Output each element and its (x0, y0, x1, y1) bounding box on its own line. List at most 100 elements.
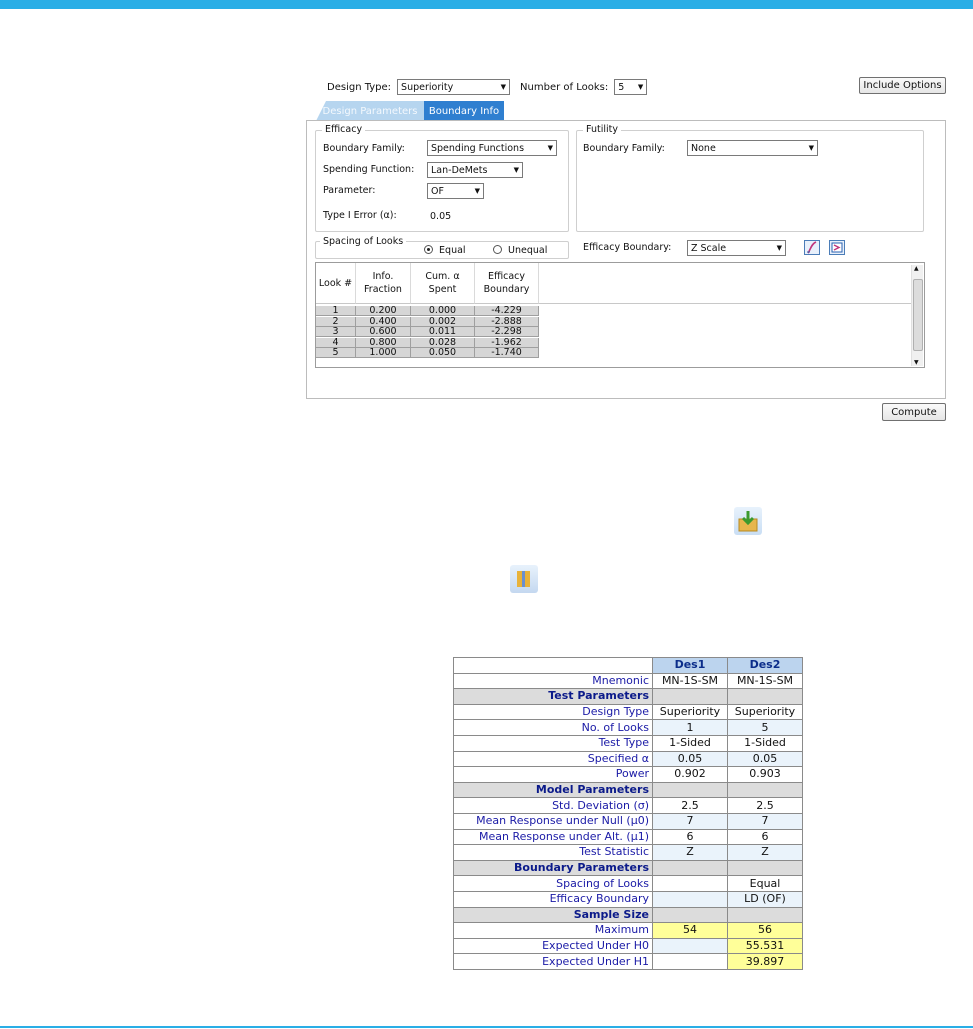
des1-value (652, 953, 728, 970)
chevron-down-icon: ▼ (547, 144, 553, 152)
section-title: Test Parameters (453, 688, 653, 705)
grid-cell: -1.740 (475, 348, 539, 359)
number-of-looks-select[interactable]: 5 ▼ (614, 79, 648, 95)
des1-value: 54 (652, 922, 728, 939)
chevron-down-icon: ▼ (637, 83, 644, 91)
comparison-row: Mean Response under Null (μ0) 7 7 (453, 812, 803, 830)
des2-value: 6 (727, 828, 803, 846)
include-options-button[interactable]: Include Options (859, 77, 946, 94)
chevron-down-icon: ▼ (776, 244, 782, 252)
radio-unselected-icon[interactable] (493, 245, 502, 254)
grid-cell: 1 (316, 306, 356, 316)
bottom-accent-line (0, 1026, 973, 1028)
grid-cell: 0.050 (411, 348, 475, 359)
grid-header-info-fraction: Info. Fraction (356, 263, 411, 304)
design-type-value: Superiority (401, 81, 454, 93)
parameter-name: Expected Under H0 (453, 937, 653, 955)
spending-function-label: Spending Function: (323, 164, 415, 175)
comparison-row: Design Type Superiority Superiority (453, 703, 803, 721)
parameter-name: Efficacy Boundary (453, 890, 653, 908)
des1-value: 6 (652, 828, 728, 846)
comparison-row: Expected Under H1 39.897 (453, 953, 803, 970)
table-icon[interactable] (829, 240, 845, 255)
grid-cell: -4.229 (475, 306, 539, 316)
spacing-unequal-option[interactable]: Unequal (493, 245, 547, 256)
grid-cell: -1.962 (475, 337, 539, 348)
des1-value (652, 937, 728, 955)
parameter-name: Test Statistic (453, 844, 653, 861)
des2-value: 56 (727, 922, 803, 939)
grid-cell: -2.298 (475, 327, 539, 338)
grid-cell: -2.888 (475, 316, 539, 327)
efficacy-boundary-scale-select[interactable]: Z Scale ▼ (687, 240, 786, 256)
spending-function-value: Lan-DeMets (431, 164, 488, 176)
efficacy-boundary-family-select[interactable]: Spending Functions ▼ (427, 140, 557, 156)
parameter-select[interactable]: OF ▼ (427, 183, 484, 199)
scroll-down-icon[interactable]: ▼ (914, 359, 919, 366)
corner-cell (453, 657, 653, 674)
des1-value: 0.902 (652, 766, 728, 783)
futility-boundary-family-select[interactable]: None ▼ (687, 140, 818, 156)
des1-value (652, 890, 728, 908)
comparison-row: Spacing of Looks Equal (453, 875, 803, 892)
section-empty-cell (652, 906, 728, 924)
parameter-name: Mnemonic (453, 672, 653, 690)
parameter-name: Design Type (453, 703, 653, 721)
tab-design-parameters[interactable]: Design Parameters (316, 101, 424, 121)
section-empty-cell (727, 781, 803, 799)
comparison-row: Mean Response under Alt. (μ1) 6 6 (453, 828, 803, 846)
tab-boundary-info[interactable]: Boundary Info (424, 101, 504, 121)
grid-cell: 0.800 (356, 337, 411, 348)
spending-function-select[interactable]: Lan-DeMets ▼ (427, 162, 523, 178)
chevron-down-icon: ▼ (500, 83, 507, 91)
section-empty-cell (652, 781, 728, 799)
parameter-name: Power (453, 766, 653, 783)
comparison-row: Maximum 54 56 (453, 922, 803, 939)
des2-value: 5 (727, 719, 803, 736)
parameter-name: Mean Response under Null (μ0) (453, 812, 653, 830)
top-accent-bar (0, 0, 973, 9)
section-header-row: Model Parameters (453, 781, 803, 799)
type1-error-label: Type I Error (α): (323, 210, 397, 221)
grid-cell: 0.011 (411, 327, 475, 338)
des1-value: 0.05 (652, 750, 728, 768)
grid-scrollbar[interactable]: ▲ ▼ (911, 265, 923, 366)
column-des2: Des2 (727, 657, 803, 674)
parameter-name: Test Type (453, 734, 653, 752)
des2-value: Z (727, 844, 803, 861)
spacing-equal-option[interactable]: Equal (424, 245, 466, 256)
parameter-name: Specified α (453, 750, 653, 768)
des1-value: Superiority (652, 703, 728, 721)
section-empty-cell (652, 688, 728, 705)
des2-value: 7 (727, 812, 803, 830)
parameter-name: Spacing of Looks (453, 875, 653, 892)
parameter-name: No. of Looks (453, 719, 653, 736)
futility-boundary-family-value: None (691, 142, 716, 154)
scroll-thumb[interactable] (913, 279, 923, 351)
scroll-up-icon[interactable]: ▲ (914, 265, 919, 272)
comparison-row: Mnemonic MN-1S-SM MN-1S-SM (453, 672, 803, 690)
design-type-select[interactable]: Superiority ▼ (397, 79, 511, 95)
compare-icon[interactable] (510, 565, 538, 593)
comparison-header-row: Des1 Des2 (453, 657, 803, 674)
grid-cell: 0.028 (411, 337, 475, 348)
futility-title: Futility (583, 124, 621, 135)
des1-value: 1 (652, 719, 728, 736)
des2-value: LD (OF) (727, 890, 803, 908)
section-title: Boundary Parameters (453, 859, 653, 877)
parameter-value: OF (431, 185, 444, 197)
grid-header-cum-alpha: Cum. α Spent (411, 263, 475, 304)
save-icon[interactable] (734, 507, 762, 535)
spacing-equal-label: Equal (439, 245, 466, 256)
compute-button[interactable]: Compute (882, 403, 946, 421)
plot-icon[interactable] (804, 240, 820, 255)
section-empty-cell (727, 906, 803, 924)
des2-value: 39.897 (727, 953, 803, 970)
grid-cell: 0.000 (411, 306, 475, 316)
des1-value: 2.5 (652, 797, 728, 814)
radio-selected-icon[interactable] (424, 245, 433, 254)
section-empty-cell (652, 859, 728, 877)
type1-error-value: 0.05 (430, 211, 452, 222)
design-comparison-table: Des1 Des2 Mnemonic MN-1S-SM MN-1S-SM Test P… (453, 657, 803, 970)
grid-cell: 0.600 (356, 327, 411, 338)
